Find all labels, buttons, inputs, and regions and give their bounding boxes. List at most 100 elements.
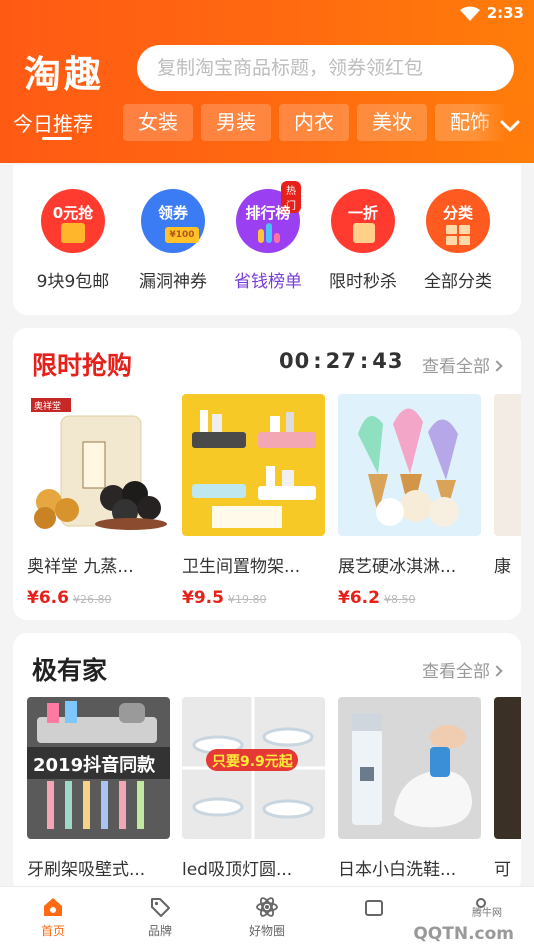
product-image: 奥祥堂 bbox=[27, 394, 170, 536]
original-price: ¥8.50 bbox=[383, 593, 416, 606]
bar-graphic bbox=[258, 229, 264, 243]
product-card[interactable]: 可 bbox=[494, 697, 521, 880]
tab-men[interactable]: 男装 bbox=[201, 104, 271, 141]
product-card[interactable]: 日本小白洗鞋... bbox=[338, 697, 481, 880]
see-all-link[interactable]: 查看全部 bbox=[422, 657, 503, 682]
product-card[interactable]: 奥祥堂 奥祥堂 九蒸... ¥6.6 ¥26.80 bbox=[27, 394, 170, 608]
search-input[interactable]: 复制淘宝商品标题，领券领红包 bbox=[137, 45, 514, 91]
watermark-small-text: 腾牛网 bbox=[472, 908, 502, 919]
product-card[interactable]: 只要9.9元起 led吸顶灯圆... bbox=[182, 697, 325, 880]
atom-icon bbox=[256, 897, 278, 917]
product-name: 日本小白洗鞋... bbox=[338, 860, 457, 880]
product-name: 可 bbox=[494, 860, 511, 880]
shortcut-label: 省钱榜单 bbox=[234, 272, 302, 292]
flash-sale-section: 限时抢购 00:27:43 查看全部 奥祥堂 奥祥堂 九蒸... ¥6.6 ¥26… bbox=[13, 328, 521, 620]
product-card[interactable]: 展艺硬冰淇淋... ¥6.2 ¥8.50 bbox=[338, 394, 481, 608]
coupon-icon: 领券 ¥100 bbox=[141, 189, 205, 253]
product-image bbox=[338, 394, 481, 536]
product-price: ¥9.5 bbox=[182, 588, 224, 608]
chevron-down-icon[interactable] bbox=[500, 120, 520, 132]
home-goods-section: 极有家 查看全部 2019抖音同款 牙刷架吸壁式... 只要9.9元起 led吸… bbox=[13, 633, 521, 893]
active-tab-indicator bbox=[42, 137, 72, 140]
see-all-link[interactable]: 查看全部 bbox=[422, 352, 503, 377]
section-title: 限时抢购 bbox=[32, 351, 133, 380]
product-image bbox=[494, 394, 521, 536]
shortcut-free-shipping[interactable]: 0元抢 9块9包邮 bbox=[23, 189, 123, 292]
gift-box-graphic bbox=[61, 223, 85, 243]
grid-cell bbox=[446, 236, 457, 245]
shortcut-label: 9块9包邮 bbox=[36, 272, 110, 292]
nav-label: 品牌 bbox=[147, 924, 172, 938]
original-price: ¥19.80 bbox=[227, 593, 267, 606]
product-card[interactable]: 2019抖音同款 牙刷架吸壁式... bbox=[27, 697, 170, 880]
shortcut-coupons[interactable]: 领券 ¥100 漏洞神券 bbox=[123, 189, 223, 292]
product-name: 卫生间置物架... bbox=[182, 557, 301, 577]
bar-graphic bbox=[266, 223, 272, 243]
shortcut-circle-text: 领券 bbox=[157, 204, 188, 222]
category-tabs: 今日推荐 女装 男装 内衣 美妆 配饰 bbox=[0, 104, 534, 146]
nav-label: 首页 bbox=[40, 924, 65, 938]
product-price: ¥6.2 bbox=[338, 588, 380, 608]
app-header: 2:33 淘趣 复制淘宝商品标题，领券领红包 今日推荐 女装 男装 内衣 美妆 … bbox=[0, 0, 534, 163]
ranking-icon: 热门 排行榜 bbox=[236, 181, 301, 253]
price-row: ¥6.6 ¥26.80 bbox=[27, 588, 170, 608]
product-image: 只要9.9元起 bbox=[182, 697, 325, 839]
product-name: 展艺硬冰淇淋... bbox=[338, 557, 457, 577]
bottom-navigation: 首页 品牌 好物圈 腾牛网 QQTN.com bbox=[0, 886, 534, 949]
nav-home[interactable]: 首页 bbox=[8, 895, 98, 939]
tag-icon bbox=[151, 898, 170, 917]
price-row: ¥6.2 ¥8.50 bbox=[338, 588, 481, 608]
price-row: ¥9.5 ¥19.80 bbox=[182, 588, 325, 608]
product-card[interactable]: 卫生间置物架... ¥9.5 ¥19.80 bbox=[182, 394, 325, 608]
gift-icon: 0元抢 bbox=[41, 189, 105, 253]
shortcut-ranking[interactable]: 热门 排行榜 省钱榜单 bbox=[218, 181, 318, 292]
product-image bbox=[494, 697, 521, 839]
chevron-right-icon bbox=[491, 665, 503, 677]
bag-graphic bbox=[353, 223, 375, 243]
wifi-icon bbox=[460, 6, 480, 21]
countdown-hours: 00 bbox=[279, 349, 311, 373]
section-title: 极有家 bbox=[32, 656, 108, 685]
product-card[interactable]: 康 bbox=[494, 394, 521, 577]
grid-cell bbox=[446, 225, 457, 234]
see-all-label: 查看全部 bbox=[422, 357, 490, 377]
product-name: led吸顶灯圆... bbox=[182, 860, 293, 880]
watermark: 腾牛网 QQTN.com bbox=[366, 899, 526, 944]
countdown-seconds: 43 bbox=[372, 349, 404, 373]
shortcut-circle-text: 分类 bbox=[442, 204, 473, 222]
bar-graphic bbox=[274, 233, 280, 243]
product-image bbox=[182, 394, 325, 536]
grid-cell bbox=[459, 236, 470, 245]
chevron-right-icon bbox=[491, 360, 503, 372]
shortcut-circle-text: 一折 bbox=[347, 204, 378, 222]
shortcut-label: 全部分类 bbox=[424, 272, 492, 292]
app-logo: 淘趣 bbox=[24, 53, 104, 96]
product-price: ¥6.6 bbox=[27, 588, 69, 608]
countdown-minutes: 27 bbox=[325, 349, 357, 373]
shortcut-circle-text: 排行榜 bbox=[245, 204, 291, 222]
tab-today-recommend[interactable]: 今日推荐 bbox=[13, 108, 93, 137]
tab-beauty[interactable]: 美妆 bbox=[357, 104, 427, 141]
shopping-bag-icon: 一折 bbox=[331, 189, 395, 253]
shortcut-circle-text: 0元抢 bbox=[52, 204, 94, 222]
see-all-label: 查看全部 bbox=[422, 662, 490, 682]
home-icon bbox=[44, 898, 62, 916]
promo-banner-text: 2019抖音同款 bbox=[33, 755, 156, 776]
nav-brand[interactable]: 品牌 bbox=[115, 895, 205, 939]
promo-banner-text: 只要9.9元起 bbox=[212, 754, 293, 770]
shortcut-flash-sale[interactable]: 一折 限时秒杀 bbox=[313, 189, 413, 292]
shortcut-label: 漏洞神券 bbox=[139, 272, 207, 292]
watermark-text: QQTN.com bbox=[413, 924, 514, 944]
brand-logo-text: 奥祥堂 bbox=[34, 402, 62, 412]
grid-icon: 分类 bbox=[426, 189, 490, 253]
coupon-graphic: ¥100 bbox=[165, 227, 199, 243]
status-time: 2:33 bbox=[486, 4, 524, 22]
shortcut-all-categories[interactable]: 分类 全部分类 bbox=[408, 189, 508, 292]
status-bar: 2:33 bbox=[0, 0, 534, 28]
tab-women[interactable]: 女装 bbox=[123, 104, 193, 141]
nav-label: 好物圈 bbox=[248, 924, 285, 938]
nav-goods-circle[interactable]: 好物圈 bbox=[222, 895, 312, 939]
shortcut-label: 限时秒杀 bbox=[329, 272, 397, 292]
grid-cell bbox=[459, 225, 470, 234]
tab-underwear[interactable]: 内衣 bbox=[279, 104, 349, 141]
